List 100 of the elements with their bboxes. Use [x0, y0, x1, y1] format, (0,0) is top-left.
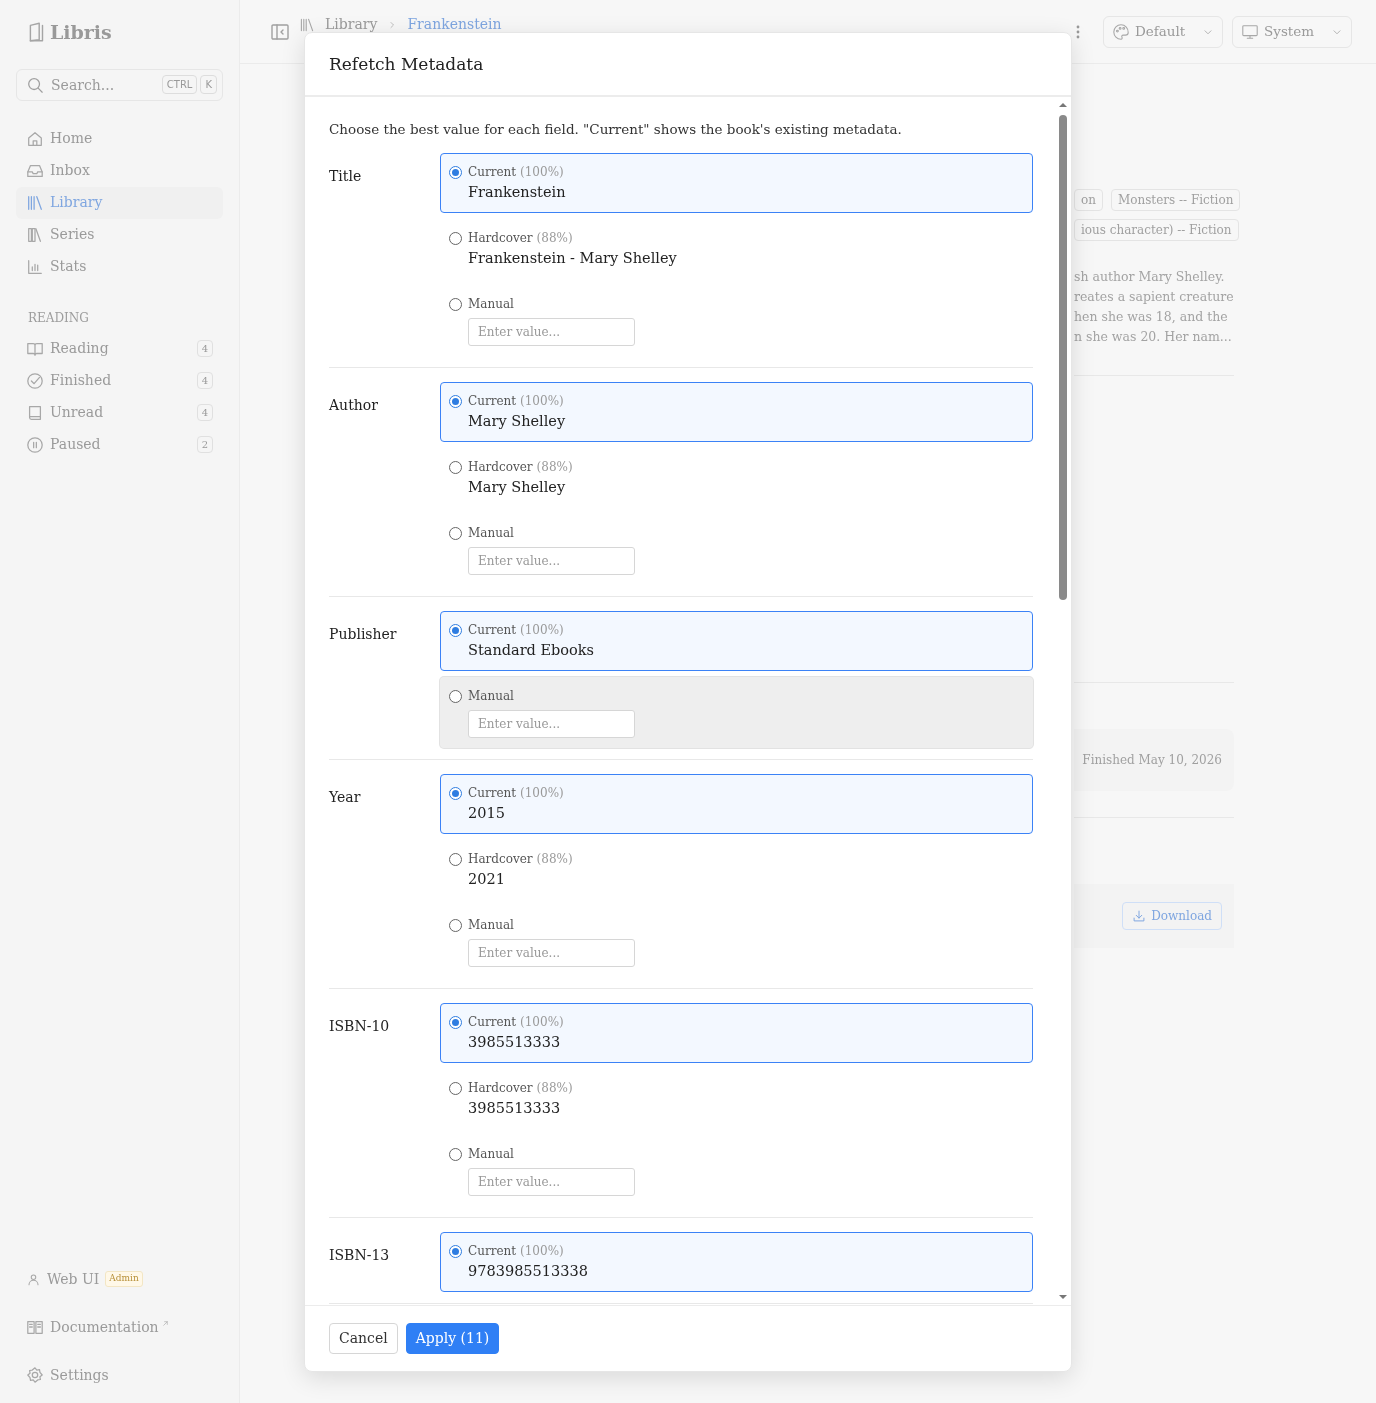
more-options-icon[interactable]: [1076, 24, 1080, 39]
palette-icon: [1112, 22, 1130, 41]
source-label: Current (100%): [468, 785, 564, 803]
books-icon: [299, 16, 315, 33]
option-card[interactable]: Hardcover (88%) 2021: [440, 840, 1033, 901]
radio-button[interactable]: [449, 461, 462, 475]
option-card[interactable]: Current (100%) 9783985513338: [440, 1232, 1033, 1293]
option-card[interactable]: Hardcover (88%) 3985513333: [440, 1069, 1033, 1130]
finished-date: Finished May 10, 2026: [1074, 729, 1234, 791]
nav-item[interactable]: Unread 4: [16, 396, 223, 429]
option-card[interactable]: Current (100%) Mary Shelley: [440, 382, 1033, 443]
book-icon: [26, 403, 44, 422]
option-card[interactable]: Manual Enter value...: [440, 514, 1033, 586]
option-value: 2015: [468, 804, 506, 824]
source-label: Current (100%): [468, 622, 565, 640]
radio-button[interactable]: [449, 690, 462, 704]
source-label: Hardcover (88%): [468, 459, 573, 477]
nav-item[interactable]: Reading 4: [16, 332, 223, 365]
input-field[interactable]: Enter value...: [468, 318, 635, 347]
nav-item[interactable]: Home: [16, 122, 223, 155]
radio-button[interactable]: [449, 787, 462, 801]
option-card[interactable]: Current (100%) Standard Ebooks: [440, 611, 1033, 672]
nav-item[interactable]: Documentation: [16, 1311, 223, 1343]
input-field[interactable]: Enter value...: [468, 1168, 635, 1197]
nav-item[interactable]: Web UI Admin: [16, 1263, 223, 1295]
input-field[interactable]: Enter value...: [468, 710, 635, 739]
house-icon: [26, 129, 44, 148]
books-icon: [26, 193, 44, 212]
count-badge: 4: [196, 404, 213, 421]
radio-button[interactable]: [449, 395, 462, 409]
option-value: Mary Shelley: [468, 478, 567, 498]
source-label: Manual: [468, 525, 515, 543]
nav-item[interactable]: Series: [16, 218, 223, 251]
source-label: Current (100%): [468, 1014, 564, 1032]
option-card[interactable]: Current (100%) 3985513333: [440, 1003, 1033, 1064]
radio-button[interactable]: [449, 232, 462, 246]
source-label: Current (100%): [468, 1243, 565, 1261]
dialog-title: Refetch Metadata: [329, 53, 484, 75]
field-label: Year: [329, 788, 362, 808]
apply-button[interactable]: Apply (11): [405, 1323, 500, 1354]
option-card[interactable]: Hardcover (88%) Mary Shelley: [440, 448, 1033, 509]
source-label: Manual: [468, 296, 515, 314]
option-card[interactable]: Manual Enter value...: [440, 1135, 1033, 1207]
field-label: ISBN-10: [329, 1017, 391, 1037]
scrollbar-thumb[interactable]: [1059, 115, 1067, 600]
radio-button[interactable]: [449, 1082, 462, 1096]
download-button[interactable]: Download: [1122, 902, 1222, 930]
radio-button[interactable]: [449, 527, 462, 541]
shortcut-key: CTRL: [161, 74, 198, 94]
app-logo: Libris: [50, 20, 112, 45]
source-label: Current (100%): [468, 393, 565, 411]
option-card[interactable]: Current (100%) 2015: [440, 774, 1033, 835]
radio-button[interactable]: [449, 298, 462, 312]
shortcut-key: K: [200, 74, 217, 94]
scroll-down-icon[interactable]: [1058, 1293, 1068, 1301]
open-book-icon: [26, 1318, 44, 1336]
radio-button[interactable]: [449, 1016, 462, 1030]
sidebar-toggle-icon[interactable]: [270, 21, 290, 42]
nav-item[interactable]: Finished 4: [16, 364, 223, 397]
subject-tag: Monsters -- Fiction: [1110, 189, 1241, 211]
source-label: Hardcover (88%): [468, 851, 573, 869]
radio-button[interactable]: [449, 1148, 462, 1162]
option-card[interactable]: Manual Enter value...: [440, 906, 1033, 978]
option-card[interactable]: Manual Enter value...: [440, 677, 1033, 749]
count-badge: 2: [196, 436, 213, 453]
source-label: Hardcover (88%): [468, 1080, 573, 1098]
radio-button[interactable]: [449, 919, 462, 933]
dropdown-button[interactable]: System: [1232, 15, 1352, 48]
scroll-up-icon[interactable]: [1058, 101, 1068, 109]
user-icon: [26, 1271, 41, 1287]
radio-button[interactable]: [449, 166, 462, 180]
dropdown-button[interactable]: Default: [1103, 15, 1223, 48]
role-badge: Admin: [105, 1271, 143, 1287]
radio-button[interactable]: [449, 624, 462, 638]
nav-item[interactable]: Settings: [16, 1359, 223, 1391]
option-card[interactable]: Manual Enter value...: [440, 285, 1033, 357]
option-value: 3985513333: [468, 1033, 562, 1053]
nav-item[interactable]: Stats: [16, 250, 223, 283]
subject-tag: on: [1074, 189, 1103, 211]
instruction-text: Choose the best value for each field. "Current" shows the book's existing metadata.: [329, 120, 903, 139]
nav-item[interactable]: Inbox: [16, 154, 223, 187]
option-card[interactable]: Current (100%) Frankenstein: [440, 153, 1033, 214]
radio-button[interactable]: [449, 853, 462, 867]
bar-chart-icon: [26, 257, 44, 276]
cancel-button[interactable]: Cancel: [329, 1323, 398, 1354]
nav-item[interactable]: Library: [16, 186, 223, 219]
option-value: Frankenstein: [468, 183, 566, 203]
monitor-icon: [1241, 22, 1259, 41]
input-field[interactable]: Enter value...: [468, 939, 635, 968]
option-value: Standard Ebooks: [468, 641, 595, 661]
description-line: hen she was 18, and the: [1074, 308, 1228, 326]
field-label: Title: [329, 167, 363, 187]
option-value: Mary Shelley: [468, 412, 566, 432]
breadcrumb-link[interactable]: Library: [325, 14, 378, 35]
nav-item[interactable]: Paused 2: [16, 428, 223, 461]
option-card[interactable]: Hardcover (88%) Frankenstein - Mary Shelley: [440, 219, 1033, 280]
radio-button[interactable]: [449, 1245, 462, 1259]
input-field[interactable]: Enter value...: [468, 547, 635, 576]
breadcrumb-link[interactable]: Frankenstein: [407, 14, 502, 35]
search-icon: [26, 75, 44, 94]
